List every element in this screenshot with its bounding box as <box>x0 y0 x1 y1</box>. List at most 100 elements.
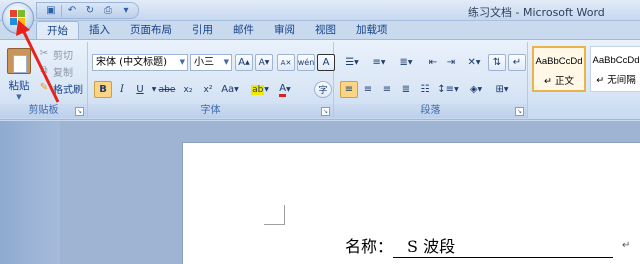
line-spacing-icon: ↕≡ <box>437 84 455 95</box>
decrease-indent-button[interactable]: ⇤ <box>424 54 442 71</box>
font-launcher-icon[interactable]: ↘ <box>321 107 330 116</box>
annotation-arrow <box>16 20 60 103</box>
font-size-combo[interactable]: 小三 ▼ <box>190 54 232 71</box>
decrease-indent-icon: ⇤ <box>428 57 438 68</box>
underline-label: U <box>136 84 144 95</box>
document-text-line[interactable]: 名称： S 波段 <box>345 233 614 258</box>
tab-references[interactable]: 引用 <box>182 21 223 39</box>
align-left-icon: ≡ <box>344 84 354 95</box>
font-size-value: 小三 <box>194 57 214 68</box>
italic-label: I <box>120 84 124 95</box>
sort-icon: ⇅ <box>492 57 502 68</box>
customize-qat-icon[interactable]: ▾ <box>118 4 134 18</box>
font-color-label: A <box>279 83 287 97</box>
change-case-label: Aa <box>221 84 235 95</box>
increase-indent-button[interactable]: ⇥ <box>442 54 460 71</box>
tab-insert[interactable]: 插入 <box>79 21 120 39</box>
print-preview-icon[interactable]: ⎙ <box>100 4 116 18</box>
ribbon: 粘贴 ▼ ✂ 剪切 ⧉ 复制 ✎ 格式刷 剪贴板 ↘ 宋体 (中文标题) ▼ 小… <box>0 40 640 120</box>
align-center-button[interactable]: ≡ <box>359 81 377 98</box>
subscript-label: x₂ <box>183 84 193 95</box>
bold-label: B <box>99 84 107 95</box>
justify-button[interactable]: ≣ <box>397 81 415 98</box>
paragraph-launcher-icon[interactable]: ↘ <box>515 107 524 116</box>
char-border-label: A <box>322 57 330 68</box>
shrink-font-button[interactable]: A ▼ <box>255 54 273 71</box>
clear-format-button[interactable]: A✕ <box>277 54 295 71</box>
align-right-button[interactable]: ≡ <box>378 81 396 98</box>
window-title: 练习文档 - Microsoft Word <box>468 6 605 19</box>
change-case-button[interactable]: Aa ▼ <box>218 81 242 98</box>
grow-font-label: A <box>238 57 246 68</box>
styles-group: AaBbCcDd ↵ 正文 AaBbCcDd ↵ 无间隔 <box>528 42 640 118</box>
numbering-icon: ≡ <box>372 57 381 68</box>
style-normal[interactable]: AaBbCcDd ↵ 正文 <box>532 46 586 92</box>
quick-access-toolbar: ▣ ↶ ↻ ⎙ ▾ <box>36 2 139 19</box>
enclose-char-label: 字 <box>318 86 328 96</box>
multilevel-list-button[interactable]: ≣ ▼ <box>394 54 418 71</box>
font-group-label: 字体 <box>88 104 333 118</box>
font-group: 宋体 (中文标题) ▼ 小三 ▼ A ▲ A ▼ A✕ wén A B I U ▼ … <box>88 42 335 118</box>
highlight-button[interactable]: ab ▼ <box>248 81 272 98</box>
style-no-spacing-name: ↵ 无间隔 <box>596 75 636 86</box>
tab-mailings[interactable]: 邮件 <box>223 21 264 39</box>
redo-icon[interactable]: ↻ <box>82 4 98 18</box>
style-no-spacing[interactable]: AaBbCcDd ↵ 无间隔 <box>590 46 640 92</box>
chevron-down-icon: ▼ <box>179 58 185 66</box>
undo-icon[interactable]: ↶ <box>64 4 80 18</box>
font-name-combo[interactable]: 宋体 (中文标题) ▼ <box>92 54 188 71</box>
phonetic-guide-button[interactable]: wén <box>297 54 315 71</box>
italic-button[interactable]: I <box>113 81 131 98</box>
style-no-spacing-sample: AaBbCcDd <box>592 55 640 66</box>
tab-view[interactable]: 视图 <box>305 21 346 39</box>
asian-layout-button[interactable]: ✕ ▼ <box>462 54 486 71</box>
title-bar: ▣ ↶ ↻ ⎙ ▾ 练习文档 - Microsoft Word <box>0 0 640 21</box>
style-normal-sample: AaBbCcDd <box>535 56 583 67</box>
strikethrough-button[interactable]: abe <box>158 81 176 98</box>
bullets-button[interactable]: ☰ ▼ <box>340 54 364 71</box>
tab-review[interactable]: 审阅 <box>264 21 305 39</box>
align-right-icon: ≡ <box>382 84 392 95</box>
subscript-button[interactable]: x₂ <box>179 81 197 98</box>
superscript-button[interactable]: x² <box>199 81 217 98</box>
asian-layout-icon: ✕ <box>467 57 476 68</box>
justify-icon: ≣ <box>401 84 411 95</box>
distributed-button[interactable]: ☷ <box>416 81 434 98</box>
enclose-char-button[interactable]: 字 <box>314 81 332 98</box>
pilcrow-icon: ↵ <box>512 57 522 68</box>
workspace-left-panel <box>0 121 60 264</box>
shading-button[interactable]: ◈ ▼ <box>464 81 488 98</box>
numbering-button[interactable]: ≡ ▼ <box>367 54 391 71</box>
style-normal-name: ↵ 正文 <box>544 76 574 87</box>
paint-bucket-icon: ◈ <box>469 84 478 95</box>
font-name-value: 宋体 (中文标题) <box>96 57 167 68</box>
field-value: S 波段 <box>393 233 614 258</box>
line-spacing-button[interactable]: ↕≡ ▼ <box>436 81 460 98</box>
save-icon[interactable]: ▣ <box>43 4 59 18</box>
tab-page-layout[interactable]: 页面布局 <box>120 21 182 39</box>
tab-addins[interactable]: 加载项 <box>346 21 398 39</box>
paragraph-group-label: 段落 <box>334 104 527 118</box>
qat-separator <box>61 4 62 17</box>
show-marks-button[interactable]: ↵ <box>508 54 526 71</box>
highlight-label: ab <box>251 84 265 95</box>
increase-indent-icon: ⇥ <box>446 57 456 68</box>
chevron-down-icon: ▼ <box>223 58 229 66</box>
field-label: 名称： <box>345 237 394 256</box>
superscript-label: x² <box>203 84 213 95</box>
borders-button[interactable]: ⊞ ▼ <box>490 81 514 98</box>
margin-corner-mark <box>264 205 285 225</box>
sort-button[interactable]: ⇅ <box>488 54 506 71</box>
strikethrough-label: abe <box>158 84 176 95</box>
grow-font-button[interactable]: A ▲ <box>235 54 253 71</box>
eraser-icon: A✕ <box>280 58 292 67</box>
distributed-icon: ☷ <box>420 84 430 95</box>
char-border-button[interactable]: A <box>317 54 335 71</box>
phonetic-label: wén <box>297 58 315 67</box>
font-color-button[interactable]: A ▼ <box>274 81 296 98</box>
clipboard-launcher-icon[interactable]: ↘ <box>75 107 84 116</box>
bold-button[interactable]: B <box>94 81 112 98</box>
align-center-icon: ≡ <box>363 84 373 95</box>
align-left-button[interactable]: ≡ <box>340 81 358 98</box>
multilevel-list-icon: ≣ <box>399 57 408 68</box>
